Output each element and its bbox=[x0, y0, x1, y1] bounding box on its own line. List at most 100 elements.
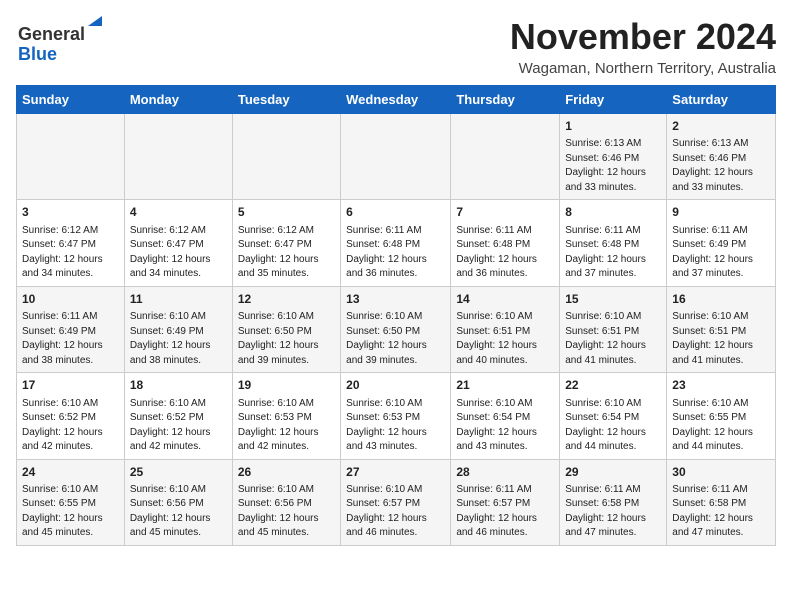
day-info: Sunrise: 6:10 AM Sunset: 6:52 PM Dayligh… bbox=[130, 397, 227, 455]
day-info: Sunrise: 6:12 AM Sunset: 6:47 PM Dayligh… bbox=[22, 224, 119, 282]
logo-svg: General Blue bbox=[16, 16, 116, 68]
col-header-tuesday: Tuesday bbox=[232, 86, 340, 114]
calendar-cell: 30Sunrise: 6:11 AM Sunset: 6:58 PM Dayli… bbox=[667, 459, 776, 545]
calendar-cell: 27 Sunrise: 6:10 AM Sunset: 6:57 PM Dayli… bbox=[341, 459, 451, 545]
day-number: 21 bbox=[456, 377, 554, 394]
calendar-cell: 15 Sunrise: 6:10 AM Sunset: 6:51 PM Dayli… bbox=[560, 286, 667, 372]
day-number: 20 bbox=[346, 377, 445, 394]
day-number: 2 bbox=[672, 118, 770, 135]
day-number: 1 bbox=[565, 118, 661, 135]
day-number: 28 bbox=[456, 464, 554, 481]
calendar-week-4: 17 Sunrise: 6:10 AM Sunset: 6:52 PM Dayli… bbox=[17, 373, 776, 459]
day-number: 5 bbox=[238, 204, 335, 221]
calendar-cell bbox=[451, 114, 560, 200]
calendar-cell: 24Sunrise: 6:10 AM Sunset: 6:55 PM Dayli… bbox=[17, 459, 125, 545]
calendar-week-2: 3 Sunrise: 6:12 AM Sunset: 6:47 PM Daylig… bbox=[17, 200, 776, 286]
col-header-monday: Monday bbox=[124, 86, 232, 114]
calendar-cell: 1 Sunrise: 6:13 AM Sunset: 6:46 PM Daylig… bbox=[560, 114, 667, 200]
calendar-cell bbox=[124, 114, 232, 200]
day-number: 18 bbox=[130, 377, 227, 394]
day-info: Sunrise: 6:11 AM Sunset: 6:48 PM Dayligh… bbox=[456, 224, 554, 282]
calendar-cell bbox=[232, 114, 340, 200]
day-number: 22 bbox=[565, 377, 661, 394]
calendar-cell: 26 Sunrise: 6:10 AM Sunset: 6:56 PM Dayli… bbox=[232, 459, 340, 545]
header-row: SundayMondayTuesdayWednesdayThursdayFrid… bbox=[17, 86, 776, 114]
calendar-cell: 21 Sunrise: 6:10 AM Sunset: 6:54 PM Dayli… bbox=[451, 373, 560, 459]
calendar-cell: 18 Sunrise: 6:10 AM Sunset: 6:52 PM Dayli… bbox=[124, 373, 232, 459]
calendar-cell: 9 Sunrise: 6:11 AM Sunset: 6:49 PM Daylig… bbox=[667, 200, 776, 286]
calendar-cell: 28 Sunrise: 6:11 AM Sunset: 6:57 PM Dayli… bbox=[451, 459, 560, 545]
col-header-saturday: Saturday bbox=[667, 86, 776, 114]
calendar-cell: 29Sunrise: 6:11 AM Sunset: 6:58 PM Dayli… bbox=[560, 459, 667, 545]
day-number: 23 bbox=[672, 377, 770, 394]
day-number: 26 bbox=[238, 464, 335, 481]
calendar-cell: 14 Sunrise: 6:10 AM Sunset: 6:51 PM Dayli… bbox=[451, 286, 560, 372]
subtitle: Wagaman, Northern Territory, Australia bbox=[510, 60, 776, 77]
day-info: Sunrise: 6:11 AM Sunset: 6:48 PM Dayligh… bbox=[346, 224, 445, 282]
day-info: Sunrise: 6:10 AM Sunset: 6:54 PM Dayligh… bbox=[565, 397, 661, 455]
day-info: Sunrise: 6:10 AM Sunset: 6:56 PM Dayligh… bbox=[130, 483, 227, 541]
day-number: 29 bbox=[565, 464, 661, 481]
day-number: 11 bbox=[130, 291, 227, 308]
day-number: 17 bbox=[22, 377, 119, 394]
calendar-cell bbox=[341, 114, 451, 200]
day-number: 4 bbox=[130, 204, 227, 221]
day-info: Sunrise: 6:10 AM Sunset: 6:54 PM Dayligh… bbox=[456, 397, 554, 455]
calendar-cell: 19Sunrise: 6:10 AM Sunset: 6:53 PM Dayli… bbox=[232, 373, 340, 459]
day-number: 3 bbox=[22, 204, 119, 221]
day-info: Sunrise: 6:11 AM Sunset: 6:48 PM Dayligh… bbox=[565, 224, 661, 282]
day-info: Sunrise: 6:10 AM Sunset: 6:49 PM Dayligh… bbox=[130, 310, 227, 368]
day-info: Sunrise: 6:11 AM Sunset: 6:49 PM Dayligh… bbox=[672, 224, 770, 282]
calendar-cell: 25 Sunrise: 6:10 AM Sunset: 6:56 PM Dayli… bbox=[124, 459, 232, 545]
calendar-cell: 13Sunrise: 6:10 AM Sunset: 6:50 PM Dayli… bbox=[341, 286, 451, 372]
day-info: Sunrise: 6:10 AM Sunset: 6:56 PM Dayligh… bbox=[238, 483, 335, 541]
day-number: 8 bbox=[565, 204, 661, 221]
col-header-friday: Friday bbox=[560, 86, 667, 114]
day-number: 6 bbox=[346, 204, 445, 221]
day-info: Sunrise: 6:10 AM Sunset: 6:50 PM Dayligh… bbox=[346, 310, 445, 368]
day-info: Sunrise: 6:11 AM Sunset: 6:57 PM Dayligh… bbox=[456, 483, 554, 541]
day-info: Sunrise: 6:13 AM Sunset: 6:46 PM Dayligh… bbox=[565, 137, 661, 195]
calendar-week-5: 24Sunrise: 6:10 AM Sunset: 6:55 PM Dayli… bbox=[17, 459, 776, 545]
calendar-cell: 2 Sunrise: 6:13 AM Sunset: 6:46 PM Daylig… bbox=[667, 114, 776, 200]
col-header-thursday: Thursday bbox=[451, 86, 560, 114]
day-number: 27 bbox=[346, 464, 445, 481]
day-info: Sunrise: 6:10 AM Sunset: 6:55 PM Dayligh… bbox=[672, 397, 770, 455]
calendar-cell: 6 Sunrise: 6:11 AM Sunset: 6:48 PM Daylig… bbox=[341, 200, 451, 286]
calendar-cell: 22 Sunrise: 6:10 AM Sunset: 6:54 PM Dayli… bbox=[560, 373, 667, 459]
day-number: 7 bbox=[456, 204, 554, 221]
day-info: Sunrise: 6:10 AM Sunset: 6:51 PM Dayligh… bbox=[456, 310, 554, 368]
day-info: Sunrise: 6:10 AM Sunset: 6:57 PM Dayligh… bbox=[346, 483, 445, 541]
day-info: Sunrise: 6:13 AM Sunset: 6:46 PM Dayligh… bbox=[672, 137, 770, 195]
day-number: 9 bbox=[672, 204, 770, 221]
calendar-cell: 12 Sunrise: 6:10 AM Sunset: 6:50 PM Dayli… bbox=[232, 286, 340, 372]
day-info: Sunrise: 6:10 AM Sunset: 6:50 PM Dayligh… bbox=[238, 310, 335, 368]
day-info: Sunrise: 6:10 AM Sunset: 6:52 PM Dayligh… bbox=[22, 397, 119, 455]
day-info: Sunrise: 6:12 AM Sunset: 6:47 PM Dayligh… bbox=[238, 224, 335, 282]
calendar-cell: 23 Sunrise: 6:10 AM Sunset: 6:55 PM Dayli… bbox=[667, 373, 776, 459]
day-info: Sunrise: 6:10 AM Sunset: 6:51 PM Dayligh… bbox=[672, 310, 770, 368]
day-number: 19 bbox=[238, 377, 335, 394]
calendar-cell: 5 Sunrise: 6:12 AM Sunset: 6:47 PM Daylig… bbox=[232, 200, 340, 286]
day-number: 14 bbox=[456, 291, 554, 308]
calendar-cell bbox=[17, 114, 125, 200]
svg-text:General: General bbox=[18, 24, 85, 44]
day-number: 25 bbox=[130, 464, 227, 481]
calendar-cell: 7 Sunrise: 6:11 AM Sunset: 6:48 PM Daylig… bbox=[451, 200, 560, 286]
logo: General Blue bbox=[16, 16, 106, 73]
day-info: Sunrise: 6:11 AM Sunset: 6:58 PM Dayligh… bbox=[672, 483, 770, 541]
calendar-cell: 4Sunrise: 6:12 AM Sunset: 6:47 PM Daylig… bbox=[124, 200, 232, 286]
day-number: 15 bbox=[565, 291, 661, 308]
day-number: 12 bbox=[238, 291, 335, 308]
calendar-cell: 3 Sunrise: 6:12 AM Sunset: 6:47 PM Daylig… bbox=[17, 200, 125, 286]
calendar-cell: 11 Sunrise: 6:10 AM Sunset: 6:49 PM Dayli… bbox=[124, 286, 232, 372]
day-info: Sunrise: 6:10 AM Sunset: 6:51 PM Dayligh… bbox=[565, 310, 661, 368]
title-area: November 2024 Wagaman, Northern Territor… bbox=[510, 16, 776, 77]
calendar-cell: 17 Sunrise: 6:10 AM Sunset: 6:52 PM Dayli… bbox=[17, 373, 125, 459]
header: General Blue November 2024 Wagaman, Nort… bbox=[16, 16, 776, 77]
day-number: 16 bbox=[672, 291, 770, 308]
month-title: November 2024 bbox=[510, 16, 776, 58]
calendar-cell: 16 Sunrise: 6:10 AM Sunset: 6:51 PM Dayli… bbox=[667, 286, 776, 372]
calendar-cell: 10Sunrise: 6:11 AM Sunset: 6:49 PM Dayli… bbox=[17, 286, 125, 372]
col-header-wednesday: Wednesday bbox=[341, 86, 451, 114]
